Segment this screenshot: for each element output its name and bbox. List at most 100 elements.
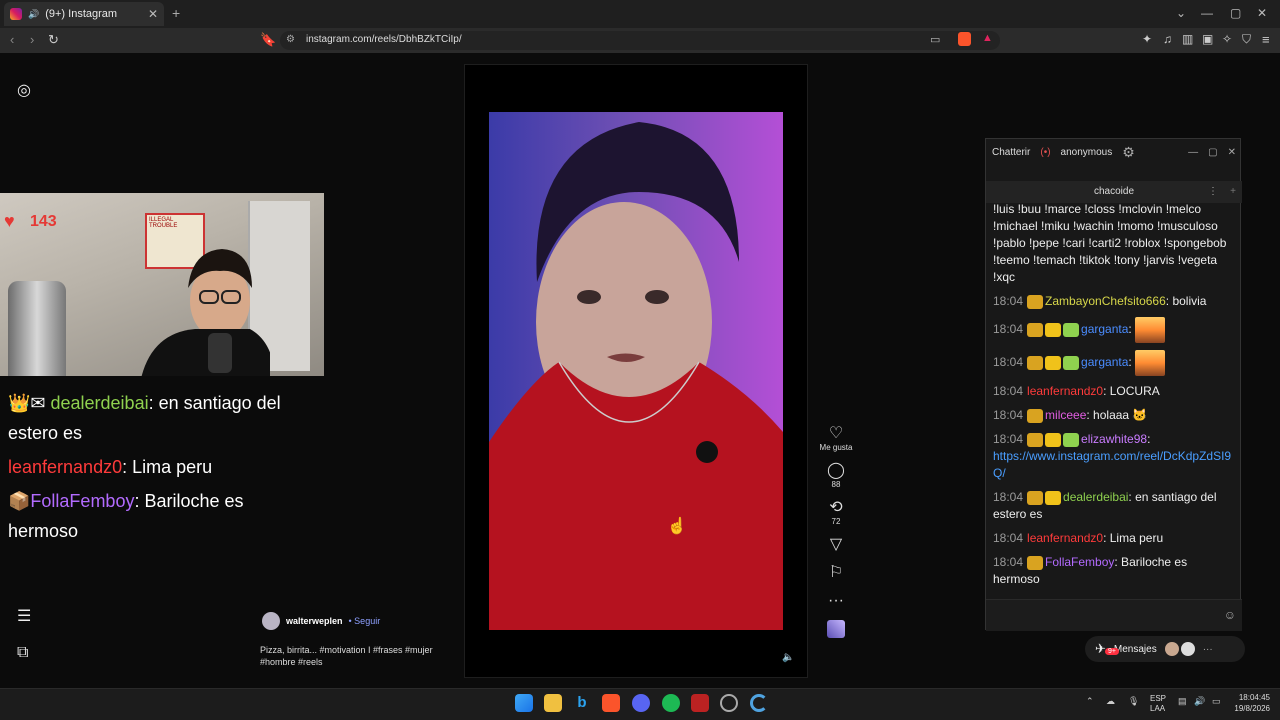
badge-icon[interactable] <box>1027 356 1044 370</box>
minimize-button[interactable]: — <box>1201 6 1213 20</box>
site-info-icon[interactable]: ⚙ <box>286 34 295 45</box>
badge-icon[interactable] <box>1027 555 1044 570</box>
add-split-icon[interactable]: + <box>1230 181 1236 203</box>
app-title: Chatterir <box>992 146 1031 158</box>
timestamp: 18:04 <box>993 408 1024 422</box>
tab-channel[interactable]: chacoide ⋮ + <box>986 181 1242 203</box>
tab-instagram[interactable]: 🔊 (9+) Instagram ✕ <box>4 2 164 26</box>
tray-icon[interactable]: ☁ <box>1106 696 1115 707</box>
split-menu-icon[interactable]: ⋮ <box>1208 181 1218 203</box>
more-menu-icon[interactable]: ☰ <box>17 606 31 626</box>
chat-username[interactable]: milceee <box>1045 408 1086 422</box>
language-indicator[interactable]: ESP LAA <box>1150 694 1166 714</box>
chat-username[interactable]: leanfernandz0 <box>1027 531 1103 545</box>
repost-button[interactable]: ⟲ 72 <box>816 499 856 526</box>
maximize-icon[interactable]: ▢ <box>1208 147 1217 158</box>
microphone-icon[interactable]: 🎙 <box>1128 696 1139 707</box>
bookmark-icon[interactable]: 🔖 <box>260 32 276 48</box>
reload-icon[interactable]: ↻ <box>48 32 59 48</box>
audio-thumbnail[interactable] <box>816 620 856 640</box>
badge-icon[interactable] <box>1027 294 1044 309</box>
volume-icon[interactable]: 🔊 <box>1194 696 1205 707</box>
chat-username[interactable]: dealerdeibai <box>1063 490 1128 504</box>
badge-icon[interactable] <box>1045 356 1062 370</box>
chat-text: : <box>1128 322 1132 337</box>
menu-icon[interactable]: ≡ <box>1262 32 1270 47</box>
discord-icon[interactable] <box>632 694 650 712</box>
badge-icon[interactable] <box>1027 432 1044 447</box>
minimize-icon[interactable]: — <box>1188 147 1198 158</box>
badge-icon[interactable] <box>1027 323 1044 337</box>
cast-icon[interactable]: ▭ <box>930 33 940 46</box>
emoji-icon[interactable]: ☺ <box>1224 608 1236 622</box>
url-field[interactable]: instagram.com/reels/DbhBZkTCiIp/ <box>280 31 1000 50</box>
author-username[interactable]: walterweplen <box>286 616 343 626</box>
messages-button[interactable]: ✈ 9+ Mensajes ··· <box>1085 636 1245 662</box>
chat-username[interactable]: garganta <box>1081 322 1128 336</box>
reel-author[interactable]: walterweplen • Seguir <box>262 612 380 630</box>
also-from-meta-icon[interactable]: ⧉ <box>17 644 28 662</box>
chatterino-icon[interactable] <box>750 694 768 712</box>
badge-icon[interactable] <box>1063 356 1080 370</box>
brave-rewards-icon[interactable]: ▲ <box>982 32 993 44</box>
spotify-icon[interactable] <box>662 694 680 712</box>
tab-close-icon[interactable]: ✕ <box>148 7 158 21</box>
save-button[interactable]: ⚐ <box>816 564 856 582</box>
audio-icon[interactable]: 🔈 <box>782 652 794 663</box>
chevron-up-icon[interactable]: ⌃ <box>1086 696 1094 707</box>
new-tab-button[interactable]: + <box>172 5 180 21</box>
instagram-logo-icon[interactable]: ◎ <box>17 80 31 100</box>
windows-start-icon[interactable] <box>515 694 533 712</box>
close-window-button[interactable]: ✕ <box>1257 6 1267 20</box>
battery-icon[interactable]: ▭ <box>1212 696 1221 707</box>
like-button[interactable]: ♡ Me gusta <box>816 425 856 452</box>
network-icon[interactable]: ▤ <box>1178 696 1187 707</box>
leo-ai-icon[interactable]: ✧ <box>1222 32 1232 46</box>
badge-icon[interactable] <box>1045 323 1062 337</box>
chat-username[interactable]: elizawhite98 <box>1081 432 1147 446</box>
chat-link[interactable]: https://www.instagram.com/reel/DcKdpZdSI… <box>993 448 1233 482</box>
follow-link[interactable]: • Seguir <box>349 616 381 626</box>
more-options-button[interactable]: ··· <box>816 592 856 610</box>
badge-icon[interactable] <box>1063 432 1080 447</box>
app-icon[interactable] <box>691 694 709 712</box>
badge-icon[interactable] <box>1045 490 1062 505</box>
badge-icon[interactable] <box>1027 490 1044 505</box>
badge-icon[interactable] <box>1027 408 1044 423</box>
chat-username[interactable]: garganta <box>1081 355 1128 369</box>
file-explorer-icon[interactable] <box>544 694 562 712</box>
avatar[interactable] <box>262 612 280 630</box>
clock[interactable]: 18:04:45 19/8/2026 <box>1234 692 1270 714</box>
back-icon[interactable]: ‹ <box>10 32 14 47</box>
obs-icon[interactable] <box>720 694 738 712</box>
vpn-icon[interactable]: ⛉ <box>1242 32 1251 47</box>
maximize-button[interactable]: ▢ <box>1230 6 1241 20</box>
chat-text: : <box>1128 355 1132 370</box>
tab-search-icon[interactable]: ⌄ <box>1176 6 1186 20</box>
account-name[interactable]: anonymous <box>1061 147 1113 158</box>
media-icon[interactable]: ♫ <box>1163 32 1172 46</box>
chat-username[interactable]: ZambayonChefsito666 <box>1045 294 1166 308</box>
forward-icon[interactable]: › <box>30 32 34 47</box>
brave-shield-icon[interactable] <box>958 32 971 46</box>
bing-icon[interactable]: b <box>573 694 591 712</box>
comment-button[interactable]: ◯ 88 <box>816 462 856 489</box>
sidebar-icon[interactable]: ▥ <box>1182 32 1193 46</box>
command-list: !luis !buu !marce !closs !mclovin !melco… <box>993 202 1227 284</box>
badge-icon: 📦 <box>8 491 31 511</box>
wallet-icon[interactable]: ▣ <box>1202 32 1213 46</box>
extensions-icon[interactable]: ✦ <box>1142 32 1152 46</box>
reel-video[interactable] <box>489 112 783 630</box>
instagram-favicon-icon <box>10 8 22 20</box>
chat-username[interactable]: FollaFemboy <box>1045 555 1114 569</box>
chat-input[interactable]: ☺ <box>986 599 1242 631</box>
close-icon[interactable]: ✕ <box>1228 147 1236 158</box>
settings-gear-icon[interactable]: ⚙ <box>1122 144 1135 161</box>
sunset-emote-icon[interactable] <box>1134 317 1165 343</box>
badge-icon[interactable] <box>1063 323 1080 337</box>
chat-username[interactable]: leanfernandz0 <box>1027 384 1103 398</box>
share-button[interactable]: ▽ <box>816 536 856 554</box>
badge-icon[interactable] <box>1045 432 1062 447</box>
brave-browser-icon[interactable] <box>602 694 620 712</box>
sunset-emote-icon[interactable] <box>1134 350 1165 376</box>
